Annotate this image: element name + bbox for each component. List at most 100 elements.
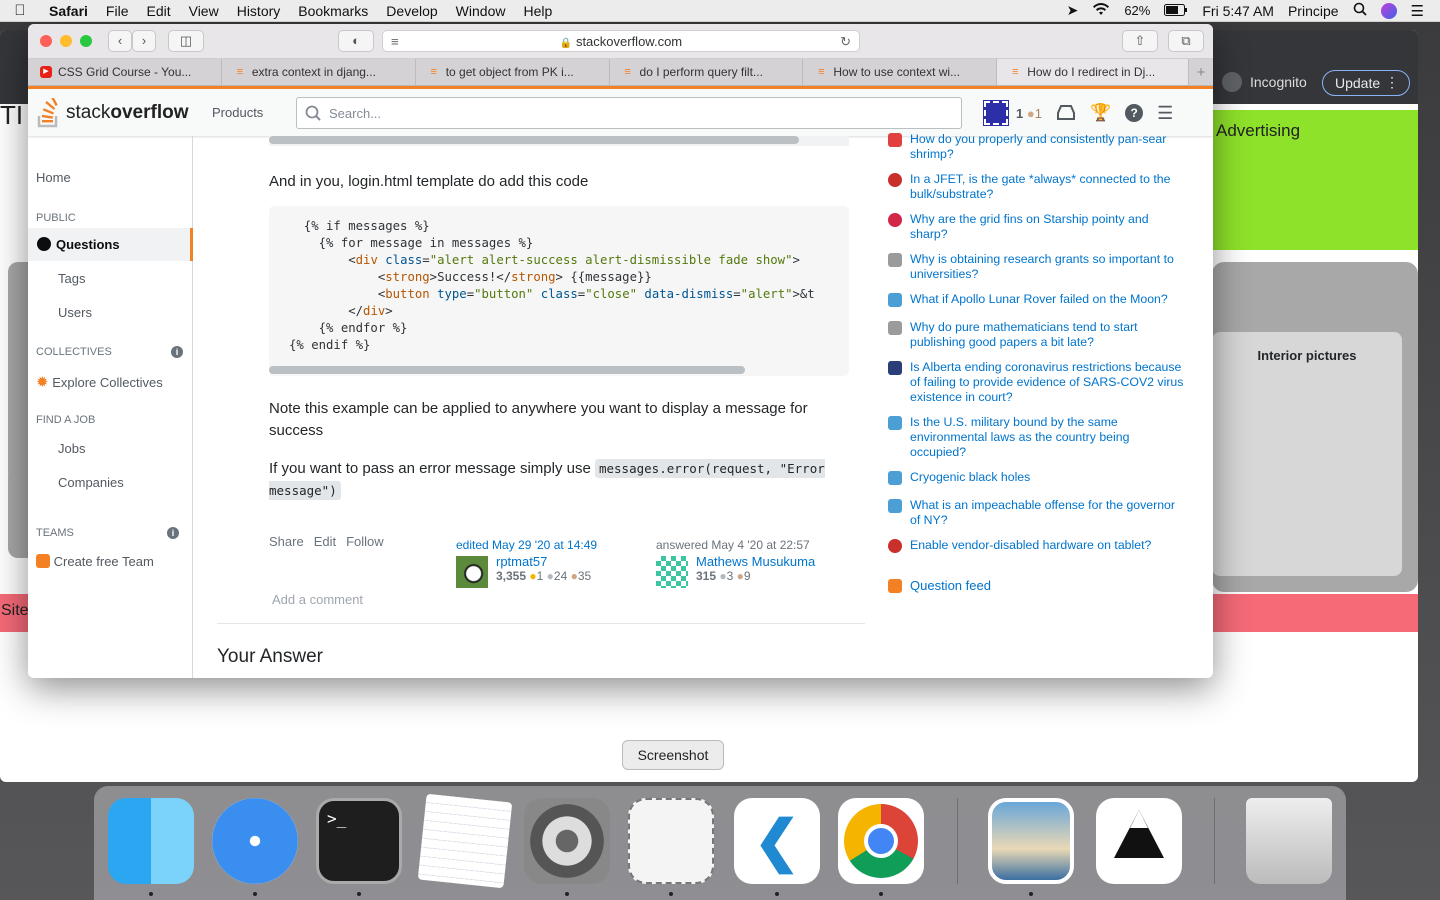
reader-icon[interactable]: ≡ — [391, 31, 399, 52]
edited-date[interactable]: edited May 29 '20 at 14:49 — [456, 538, 646, 552]
so-logo[interactable]: stackoverflow — [28, 97, 188, 128]
menu-file[interactable]: File — [97, 0, 138, 22]
code-scrollbar-thumb[interactable] — [269, 366, 745, 374]
reputation[interactable]: 1 ●1 — [1016, 106, 1042, 121]
new-tab-button[interactable]: + — [1189, 59, 1213, 85]
tab-redirect-active[interactable]: ≡ How do I redirect in Dj... — [997, 59, 1190, 85]
hot-question-item[interactable]: What if Apollo Lunar Rover failed on the… — [888, 292, 1188, 307]
menu-window[interactable]: Window — [447, 0, 515, 22]
author-name[interactable]: Mathews Musukuma — [696, 554, 815, 569]
wifi-icon[interactable] — [1092, 2, 1110, 19]
reload-icon[interactable]: ↻ — [840, 31, 851, 52]
hot-question-link[interactable]: What if Apollo Lunar Rover failed on the… — [910, 292, 1168, 307]
hot-question-item[interactable]: Is the U.S. military bound by the same e… — [888, 415, 1188, 460]
menu-edit[interactable]: Edit — [137, 0, 179, 22]
hot-question-link[interactable]: Why are the grid fins on Starship pointy… — [910, 212, 1188, 242]
forward-button[interactable]: › — [132, 30, 156, 52]
user-name[interactable]: Principe — [1288, 3, 1339, 19]
vscode-icon[interactable]: ❮ — [734, 798, 820, 884]
minimize-window-button[interactable] — [60, 35, 72, 47]
battery-icon[interactable] — [1164, 3, 1188, 19]
tab-context[interactable]: ≡ How to use context wi... — [803, 59, 998, 85]
sidebar-item-jobs[interactable]: Jobs — [58, 441, 85, 456]
screenshot-icon[interactable] — [628, 798, 714, 884]
hot-question-link[interactable]: Why do pure mathematicians tend to start… — [910, 320, 1188, 350]
help-icon[interactable]: ? — [1125, 104, 1144, 122]
privacy-report-button[interactable]: ◐ — [338, 30, 374, 52]
sidebar-item-questions[interactable]: Questions — [28, 228, 193, 261]
code-scrollbar-top[interactable] — [269, 136, 849, 146]
hot-question-link[interactable]: Cryogenic black holes — [910, 470, 1030, 485]
menu-bookmarks[interactable]: Bookmarks — [289, 0, 377, 22]
back-button[interactable]: ‹ — [108, 30, 132, 52]
finder-icon[interactable] — [108, 798, 194, 884]
hot-question-link[interactable]: Is Alberta ending coronavirus restrictio… — [910, 360, 1188, 405]
battery-percent[interactable]: 62% — [1124, 3, 1150, 18]
info-icon[interactable]: i — [171, 346, 183, 358]
menu-app-safari[interactable]: Safari — [40, 0, 97, 22]
sidebar-item-create-team[interactable]: Create free Team — [36, 554, 154, 569]
preview-icon[interactable] — [988, 798, 1074, 884]
editor-avatar[interactable] — [456, 556, 488, 588]
hot-question-item[interactable]: Enable vendor-disabled hardware on table… — [888, 538, 1188, 553]
terminal-icon[interactable]: >_ — [316, 798, 402, 884]
follow-link[interactable]: Follow — [346, 534, 384, 549]
hot-question-item[interactable]: Why is obtaining research grants so impo… — [888, 252, 1188, 282]
edit-link[interactable]: Edit — [314, 534, 336, 549]
spotlight-icon[interactable] — [1353, 2, 1367, 19]
hot-question-item[interactable]: Why are the grid fins on Starship pointy… — [888, 212, 1188, 242]
author-avatar[interactable] — [656, 556, 688, 588]
hot-question-item[interactable]: Is Alberta ending coronavirus restrictio… — [888, 360, 1188, 405]
share-link[interactable]: Share — [269, 534, 304, 549]
search-input[interactable]: Search... — [296, 97, 962, 129]
add-comment-link[interactable]: Add a comment — [272, 592, 363, 607]
inkscape-icon[interactable] — [1096, 798, 1182, 884]
apple-icon[interactable]:  — [0, 2, 40, 19]
hot-question-item[interactable]: Why do pure mathematicians tend to start… — [888, 320, 1188, 350]
tab-extra-context[interactable]: ≡ extra context in djang... — [222, 59, 416, 85]
notification-center-icon[interactable]: ☰ — [1411, 2, 1424, 20]
close-window-button[interactable] — [40, 35, 52, 47]
sidebar-item-companies[interactable]: Companies — [58, 475, 124, 490]
menu-develop[interactable]: Develop — [377, 0, 446, 22]
trash-icon[interactable] — [1246, 798, 1332, 884]
hot-question-item[interactable]: What is an impeachable offense for the g… — [888, 498, 1188, 528]
menu-view[interactable]: View — [180, 0, 228, 22]
question-feed-link[interactable]: Question feed — [888, 578, 1188, 593]
safari-icon[interactable] — [212, 798, 298, 884]
hot-question-item[interactable]: Cryogenic black holes — [888, 470, 1188, 485]
system-preferences-icon[interactable] — [524, 798, 610, 884]
location-icon[interactable]: ➤ — [1067, 2, 1079, 19]
hot-question-link[interactable]: What is an impeachable offense for the g… — [910, 498, 1188, 528]
menu-history[interactable]: History — [228, 0, 290, 22]
siri-icon[interactable] — [1380, 2, 1397, 19]
scrollbar-thumb[interactable] — [269, 136, 799, 144]
chrome-icon[interactable] — [838, 798, 924, 884]
clock[interactable]: Fri 5:47 AM — [1202, 3, 1274, 19]
site-switcher-icon[interactable]: ☰ — [1157, 103, 1173, 124]
update-button[interactable]: Update ⋮ — [1322, 70, 1410, 96]
achievements-icon[interactable]: 🏆 — [1090, 103, 1111, 123]
editor-name[interactable]: rptmat57 — [496, 554, 591, 569]
inbox-icon[interactable] — [1056, 104, 1076, 123]
hot-question-link[interactable]: In a JFET, is the gate *always* connecte… — [910, 172, 1188, 202]
textedit-icon[interactable] — [417, 793, 513, 889]
menu-help[interactable]: Help — [514, 0, 561, 22]
sidebar-item-users[interactable]: Users — [58, 305, 92, 320]
share-button[interactable]: ⇧ — [1122, 30, 1158, 52]
info-icon[interactable]: i — [167, 527, 179, 539]
incognito-indicator[interactable]: Incognito — [1222, 72, 1307, 92]
avatar[interactable] — [983, 100, 1009, 126]
hot-question-link[interactable]: How do you properly and consistently pan… — [910, 132, 1188, 162]
sidebar-toggle-button[interactable]: ◫ — [168, 30, 204, 52]
address-bar[interactable]: ≡ 🔒 stackoverflow.com ↻ — [382, 30, 860, 52]
sidebar-item-explore-collectives[interactable]: ✹ Explore Collectives — [36, 373, 163, 391]
tab-css-grid[interactable]: ▶ CSS Grid Course - You... — [28, 59, 222, 85]
sidebar-item-home[interactable]: Home — [36, 170, 71, 185]
hot-question-link[interactable]: Enable vendor-disabled hardware on table… — [910, 538, 1151, 553]
hot-question-link[interactable]: Is the U.S. military bound by the same e… — [910, 415, 1188, 460]
hot-question-item[interactable]: How do you properly and consistently pan… — [888, 132, 1188, 162]
tab-object-from-pk[interactable]: ≡ to get object from PK i... — [416, 59, 610, 85]
sidebar-item-tags[interactable]: Tags — [58, 271, 85, 286]
zoom-window-button[interactable] — [80, 35, 92, 47]
